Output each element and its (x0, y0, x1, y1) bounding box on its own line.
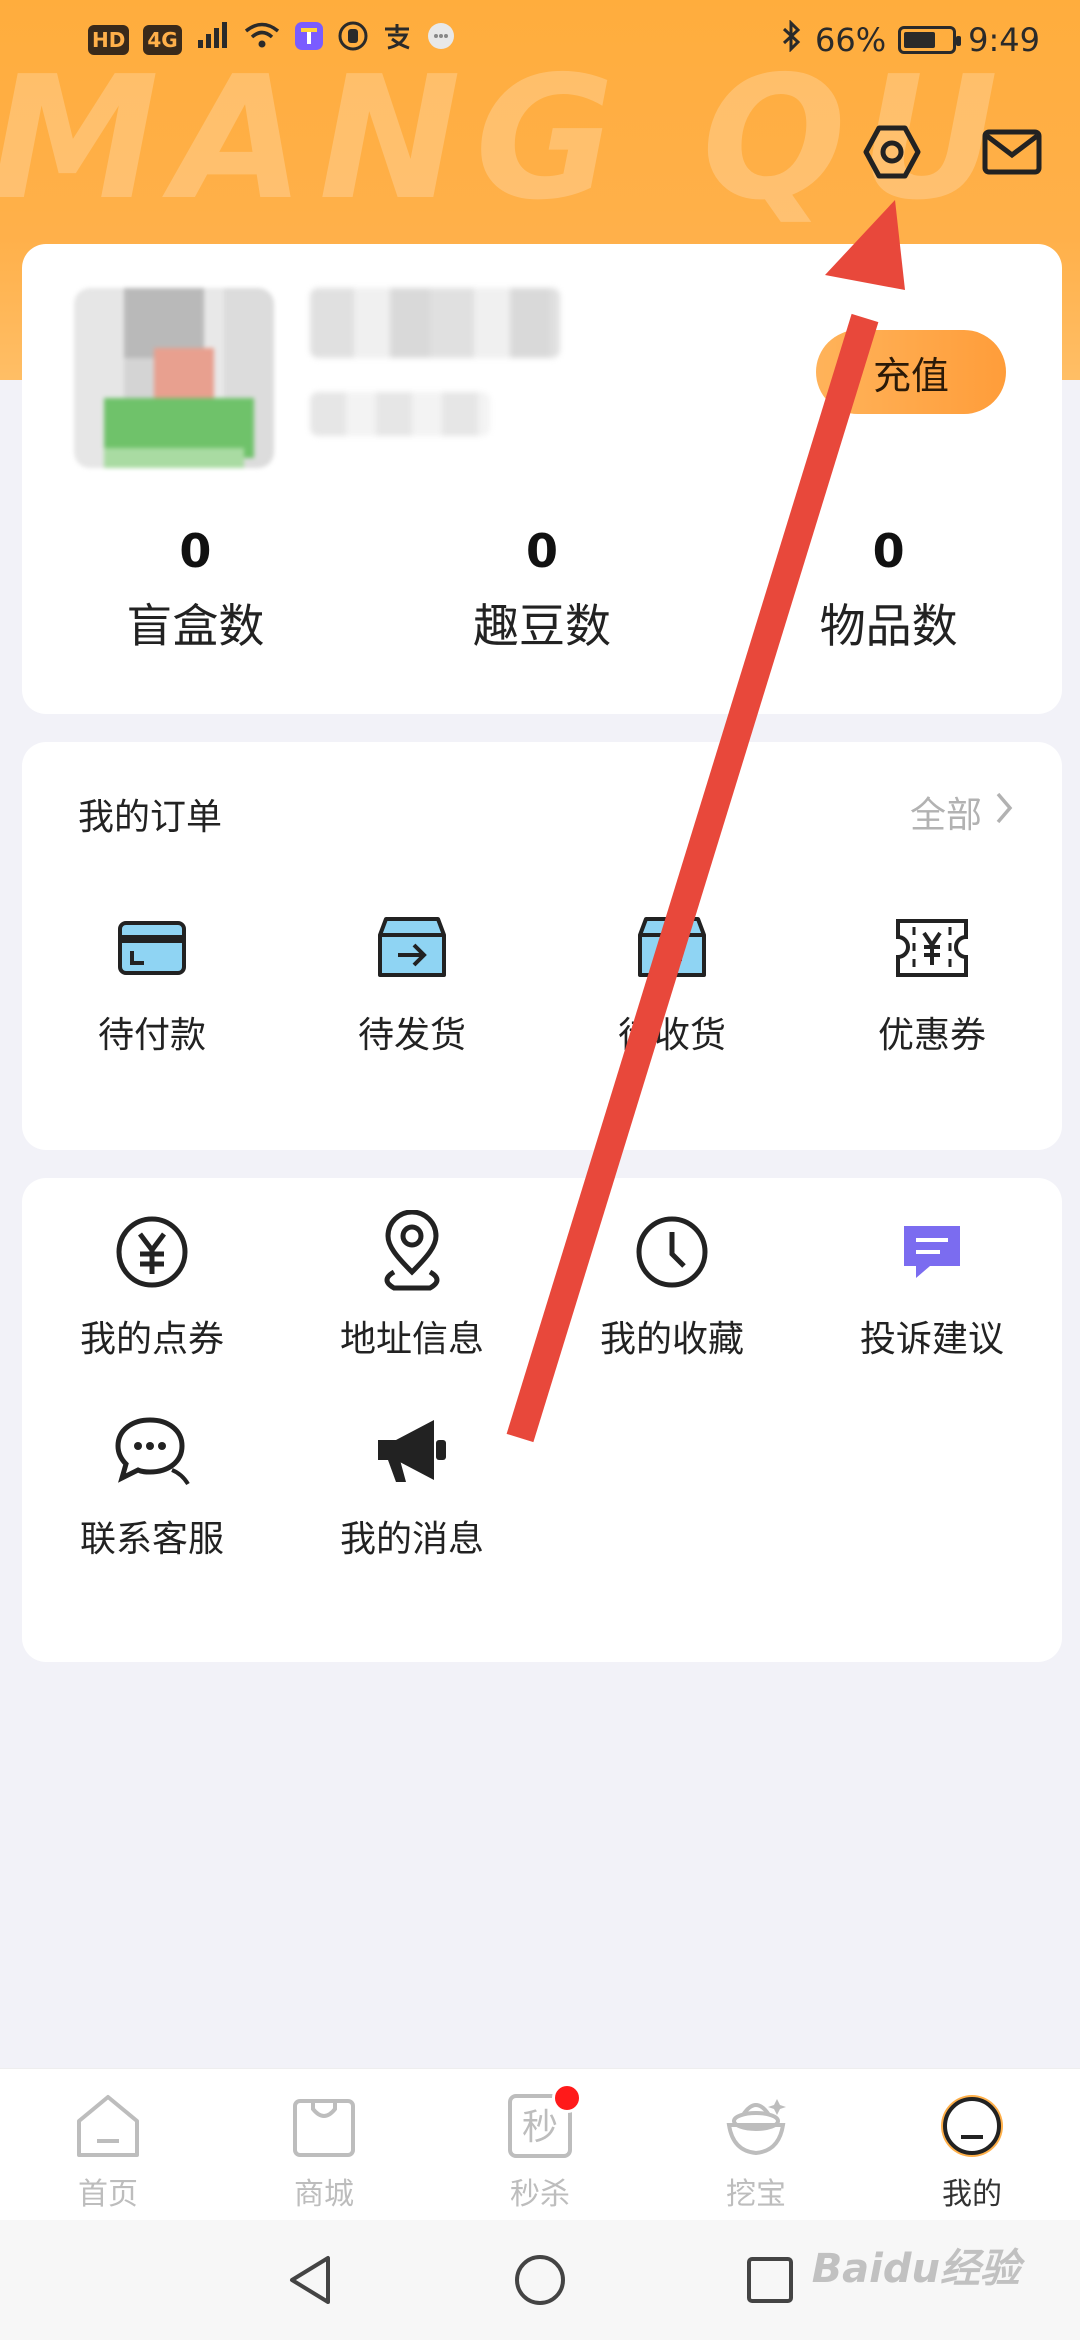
svg-text:秒: 秒 (522, 2107, 558, 2148)
status-bar: HD 4G 66% 9:49 (0, 0, 1080, 80)
order-label: 待发货 (357, 1015, 466, 1056)
back-triangle-icon[interactable] (280, 2250, 340, 2310)
tool-address-info[interactable]: 地址信息 (282, 1210, 542, 1362)
tool-my-messages[interactable]: 我的消息 (282, 1412, 542, 1562)
tool-label: 我的点券 (79, 1319, 224, 1360)
home-circle-icon[interactable] (510, 2250, 570, 2310)
megaphone-icon (372, 1412, 452, 1492)
chevron-right-icon (994, 791, 1014, 834)
bluetooth-icon (781, 19, 803, 60)
tab-treasure[interactable]: 挖宝 (648, 2069, 864, 2220)
treasure-icon (721, 2091, 791, 2161)
shopping-bag-icon (289, 2091, 359, 2161)
tools-card: 我的点券 地址信息 我的收藏 投诉建议 联系客服 我的消息 (22, 1178, 1062, 1662)
chat-notification-icon (426, 21, 456, 59)
alipay-notification-icon (382, 21, 412, 59)
order-status-row: 待付款 待发货 待收货 优惠券 (22, 908, 1062, 1058)
stat-label: 趣豆数 (473, 599, 611, 653)
stat-label: 盲盒数 (126, 599, 265, 653)
wallet-icon (112, 908, 192, 988)
order-coupons[interactable]: 优惠券 (802, 908, 1062, 1058)
header-actions (860, 120, 1044, 184)
network-type-indicator: 4G (143, 25, 182, 55)
order-label: 待付款 (97, 1015, 206, 1056)
tool-complaints-feedback[interactable]: 投诉建议 (802, 1212, 1062, 1362)
orders-card: 我的订单 全部 待付款 待发货 待收货 优惠券 (22, 742, 1062, 1150)
tools-row-1: 我的点券 地址信息 我的收藏 投诉建议 (22, 1210, 1062, 1362)
app-notification-icon (294, 21, 324, 59)
tab-label: 挖宝 (726, 2177, 786, 2212)
recharge-button[interactable]: 充值 (816, 330, 1006, 414)
tool-label: 我的消息 (339, 1519, 484, 1560)
tab-label: 我的 (942, 2177, 1002, 2212)
stat-items[interactable]: 0 物品数 (715, 524, 1062, 656)
user-id-redacted (310, 392, 490, 436)
order-label: 待收货 (617, 1015, 726, 1056)
view-all-label: 全部 (909, 795, 982, 836)
location-pin-icon (372, 1210, 452, 1292)
order-pending-shipment[interactable]: 待发货 (282, 908, 542, 1058)
battery-level-fill (904, 32, 935, 48)
recents-square-icon[interactable] (740, 2250, 800, 2310)
tool-label: 投诉建议 (859, 1319, 1004, 1360)
notification-badge (552, 2083, 582, 2113)
box-receive-icon (632, 908, 712, 988)
profile-icon (937, 2091, 1007, 2161)
order-pending-payment[interactable]: 待付款 (22, 908, 282, 1058)
profile-card: 充值 0 盲盒数 0 趣豆数 0 物品数 (22, 244, 1062, 714)
tool-my-points[interactable]: 我的点券 (22, 1212, 282, 1362)
box-arrow-icon (372, 908, 452, 988)
orders-view-all-link[interactable]: 全部 (910, 786, 1014, 838)
tools-row-2: 联系客服 我的消息 (22, 1412, 1062, 1562)
signal-icon (196, 22, 230, 58)
home-icon (73, 2091, 143, 2161)
baidu-jingyan-watermark: Baidu经验 (811, 2246, 1020, 2292)
wifi-icon (244, 22, 280, 58)
chat-bubbles-icon (112, 1412, 192, 1492)
clock-icon (632, 1212, 712, 1292)
hd-indicator: HD (88, 25, 130, 55)
tab-label: 秒杀 (510, 2177, 570, 2212)
tab-home[interactable]: 首页 (0, 2069, 216, 2220)
username-redacted (310, 288, 560, 358)
stat-value: 0 (526, 524, 559, 578)
order-label: 优惠券 (877, 1015, 986, 1056)
bottom-tab-bar: 首页 商城 秒 秒杀 挖宝 我的 (0, 2068, 1080, 2220)
battery-icon (898, 26, 962, 54)
tab-flash-sale[interactable]: 秒 秒杀 (432, 2069, 648, 2220)
clock-time: 9:49 (968, 21, 1040, 59)
orders-title: 我的订单 (78, 797, 223, 838)
tab-mall[interactable]: 商城 (216, 2069, 432, 2220)
mail-icon[interactable] (980, 120, 1044, 184)
tool-label: 我的收藏 (599, 1319, 744, 1360)
tool-label: 地址信息 (339, 1319, 484, 1360)
avatar[interactable] (74, 288, 274, 468)
tool-label: 联系客服 (79, 1519, 224, 1560)
tool-contact-support[interactable]: 联系客服 (22, 1412, 282, 1562)
tab-mine[interactable]: 我的 (864, 2069, 1080, 2220)
settings-hexagon-icon[interactable] (860, 120, 924, 184)
tab-label: 商城 (294, 2177, 354, 2212)
yen-coin-icon (112, 1212, 192, 1292)
stat-blind-boxes[interactable]: 0 盲盒数 (22, 524, 369, 656)
stat-label: 物品数 (819, 599, 958, 653)
coupon-icon (892, 908, 972, 988)
order-pending-receipt[interactable]: 待收货 (542, 908, 802, 1058)
stat-value: 0 (179, 524, 212, 578)
feedback-chat-icon (892, 1212, 972, 1292)
profile-stats: 0 盲盒数 0 趣豆数 0 物品数 (22, 524, 1062, 656)
tab-label: 首页 (78, 2177, 138, 2212)
battery-percent: 66% (815, 21, 887, 59)
tool-my-favorites[interactable]: 我的收藏 (542, 1212, 802, 1362)
hand-notification-icon (338, 21, 368, 59)
stat-qu-beans[interactable]: 0 趣豆数 (369, 524, 716, 656)
stat-value: 0 (872, 524, 905, 578)
